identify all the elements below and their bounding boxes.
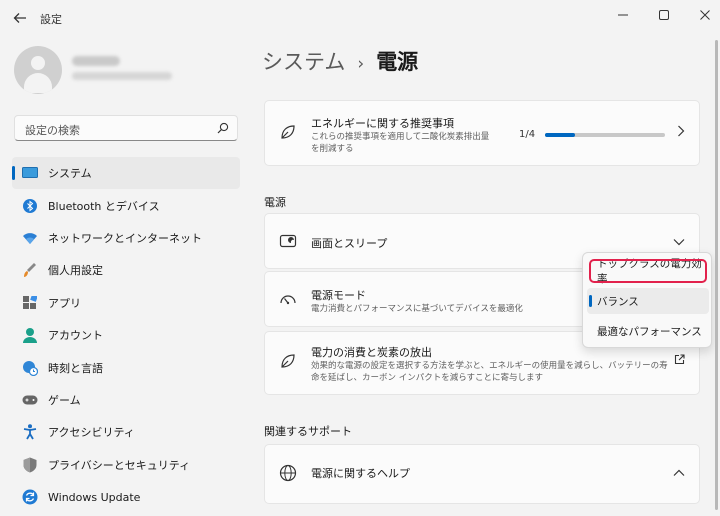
sidebar-item-windows-update[interactable]: Windows Update <box>12 481 240 513</box>
back-arrow-icon[interactable] <box>8 6 32 30</box>
person-icon <box>22 327 38 344</box>
highlight-annotation <box>589 259 707 283</box>
user-name-redacted <box>72 56 120 66</box>
user-email-redacted <box>72 72 172 80</box>
progress-count: 1/4 <box>519 129 536 140</box>
leaf-icon <box>281 125 295 139</box>
update-icon <box>22 489 38 505</box>
accessibility-icon <box>22 424 38 440</box>
sidebar-item-accessibility[interactable]: アクセシビリティ <box>12 416 240 448</box>
sidebar-item-accounts[interactable]: アカウント <box>12 319 240 351</box>
breadcrumb: システム › 電源 <box>262 46 418 76</box>
dropdown-option-best-performance[interactable]: 最適なパフォーマンス <box>587 318 709 344</box>
card-description: 電力消費とパフォーマンスに基づいてデバイスを最適化 <box>311 304 523 314</box>
sidebar-item-label: 時刻と言語 <box>48 361 103 375</box>
close-icon[interactable] <box>690 4 720 26</box>
sidebar-item-label: Bluetooth とデバイス <box>48 199 160 213</box>
sidebar-item-label: ネットワークとインターネット <box>48 231 202 245</box>
title-bar: 設定 <box>0 0 720 36</box>
page-title: 電源 <box>376 50 419 74</box>
bluetooth-icon <box>22 198 38 214</box>
card-description-line-2: 命を延ばし、カーボン インパクトを減らすことに寄与します <box>311 373 544 383</box>
scrollbar[interactable] <box>715 40 718 510</box>
card-title: 電力の消費と炭素の放出 <box>311 346 432 359</box>
apps-icon <box>22 295 38 311</box>
shield-icon <box>22 457 38 473</box>
sidebar-nav: システム Bluetooth とデバイス ネットワークとインターネット 個人用設… <box>12 157 240 513</box>
power-help-card[interactable]: 電源に関するヘルプ <box>264 444 700 504</box>
leaf-icon <box>281 354 295 368</box>
progress-bar-fill <box>545 133 575 137</box>
sidebar-item-network[interactable]: ネットワークとインターネット <box>12 222 240 254</box>
chevron-right-icon <box>677 125 685 140</box>
sidebar-item-apps[interactable]: アプリ <box>12 287 240 319</box>
brush-icon <box>22 262 38 278</box>
sidebar-item-personalization[interactable]: 個人用設定 <box>12 254 240 286</box>
card-title: 画面とスリープ <box>311 237 388 250</box>
wifi-icon <box>22 230 38 246</box>
sidebar-item-label: アクセシビリティ <box>48 426 135 440</box>
card-description-line-2: を削減する <box>311 144 354 154</box>
card-title: エネルギーに関する推奨事項 <box>311 117 454 130</box>
sidebar-item-label: アカウント <box>48 329 103 343</box>
screen-sleep-icon <box>279 234 297 248</box>
section-heading-power: 電源 <box>264 196 286 209</box>
section-heading-related-support: 関連するサポート <box>264 425 352 438</box>
sidebar-item-system[interactable]: システム <box>12 157 240 190</box>
dropdown-option-balanced[interactable]: バランス <box>587 288 709 314</box>
search-placeholder: 設定の検索 <box>25 124 80 137</box>
sidebar-item-label: Windows Update <box>48 490 141 504</box>
external-link-icon[interactable] <box>674 354 685 368</box>
progress-bar <box>545 133 665 137</box>
maximize-icon[interactable] <box>649 4 679 26</box>
sidebar-item-label: システム <box>48 167 92 181</box>
sidebar-item-label: 個人用設定 <box>48 264 103 278</box>
sidebar-item-label: プライバシーとセキュリティ <box>48 458 191 472</box>
card-title: 電源モード <box>311 289 366 302</box>
sidebar-item-time-language[interactable]: 時刻と言語 <box>12 351 240 383</box>
breadcrumb-parent[interactable]: システム <box>262 46 345 76</box>
sidebar-item-label: アプリ <box>48 296 81 310</box>
globe-icon <box>279 464 297 482</box>
monitor-icon <box>22 165 38 181</box>
chevron-up-icon[interactable] <box>673 467 685 480</box>
search-input[interactable]: 設定の検索 <box>14 115 238 141</box>
sidebar-item-privacy[interactable]: プライバシーとセキュリティ <box>12 449 240 481</box>
sidebar-item-bluetooth[interactable]: Bluetooth とデバイス <box>12 189 240 221</box>
breadcrumb-separator: › <box>357 54 365 74</box>
card-description-line-1: 効果的な電源の設定を選択する方法を学ぶと、エネルギーの使用量を減らし、バッテリー… <box>311 361 668 371</box>
minimize-icon[interactable] <box>608 4 638 26</box>
globe-clock-icon <box>22 360 38 376</box>
sidebar-item-gaming[interactable]: ゲーム <box>12 384 240 416</box>
card-description-line-1: これらの推奨事項を適用して二酸化炭素排出量 <box>311 132 490 142</box>
gamepad-icon <box>22 392 38 408</box>
gauge-icon <box>280 295 296 305</box>
search-icon[interactable] <box>217 122 229 134</box>
avatar[interactable] <box>14 46 62 94</box>
app-title: 設定 <box>40 13 62 26</box>
chevron-down-icon[interactable] <box>673 236 685 249</box>
energy-recommendations-card[interactable]: エネルギーに関する推奨事項 これらの推奨事項を適用して二酸化炭素排出量 を削減す… <box>264 100 700 166</box>
sidebar-item-label: ゲーム <box>48 393 81 407</box>
card-title: 電源に関するヘルプ <box>311 467 410 480</box>
